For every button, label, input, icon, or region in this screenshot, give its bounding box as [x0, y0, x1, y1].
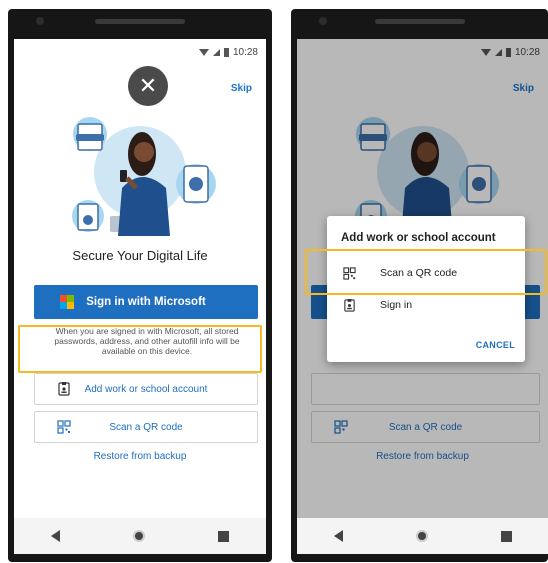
- work-badge-icon: [344, 298, 355, 312]
- dialog-cancel-button[interactable]: CANCEL: [476, 340, 515, 350]
- add-work-account-button[interactable]: Add work or school account: [34, 373, 258, 405]
- restore-backup-link[interactable]: Restore from backup: [14, 451, 266, 462]
- qr-code-icon: [57, 420, 71, 434]
- page-title: Secure Your Digital Life: [72, 248, 208, 263]
- scan-qr-label: Scan a QR code: [109, 421, 183, 433]
- front-camera: [36, 17, 44, 25]
- screen-left: 10:28 ✕ Skip Secure Your Digital Life Si…: [14, 39, 266, 554]
- signal-icon: [212, 48, 220, 56]
- highlight-scan-qr-option: [305, 249, 547, 295]
- speaker-grille: [374, 19, 465, 24]
- front-camera: [319, 17, 327, 25]
- signin-microsoft-button[interactable]: Sign in with Microsoft: [34, 285, 258, 319]
- back-nav-icon[interactable]: [333, 530, 343, 542]
- screen-right: 10:28 Skip Scan a QR code Restore from b…: [297, 39, 548, 554]
- android-nav-bar: [14, 518, 266, 554]
- microsoft-logo-icon: [60, 295, 74, 309]
- android-nav-bar: [297, 518, 548, 554]
- wifi-icon: [198, 48, 209, 56]
- home-nav-icon[interactable]: [415, 530, 428, 542]
- recent-apps-icon[interactable]: [218, 530, 230, 542]
- security-illustration: [72, 117, 216, 236]
- signin-microsoft-label: Sign in with Microsoft: [86, 296, 206, 308]
- skip-link[interactable]: Skip: [231, 83, 252, 94]
- home-nav-icon[interactable]: [132, 530, 145, 542]
- add-work-account-label: Add work or school account: [84, 383, 208, 395]
- scan-qr-button[interactable]: Scan a QR code: [34, 411, 258, 443]
- status-bar: 10:28: [14, 39, 266, 65]
- speaker-grille: [95, 19, 185, 24]
- dialog-option-sign-in[interactable]: Sign in: [343, 294, 515, 316]
- highlight-add-account: [18, 325, 262, 373]
- dialog-title: Add work or school account: [341, 232, 496, 244]
- work-badge-icon: [58, 382, 70, 396]
- battery-icon: [223, 47, 229, 57]
- recent-apps-icon[interactable]: [500, 530, 512, 542]
- close-icon[interactable]: ✕: [128, 66, 168, 106]
- phone-left: 10:28 ✕ Skip Secure Your Digital Life Si…: [8, 9, 272, 562]
- back-nav-icon[interactable]: [50, 530, 60, 542]
- dialog-option-label: Sign in: [380, 299, 413, 311]
- status-time: 10:28: [232, 46, 258, 58]
